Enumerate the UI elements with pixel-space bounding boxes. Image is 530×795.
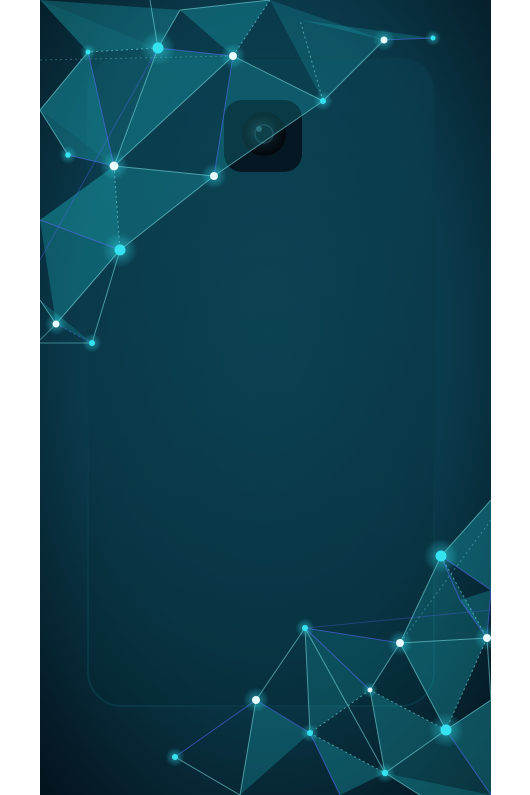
network-node bbox=[307, 730, 313, 736]
network-node bbox=[396, 639, 404, 647]
network-node bbox=[114, 244, 126, 256]
page bbox=[0, 0, 530, 795]
network-node bbox=[252, 696, 260, 704]
network-node bbox=[381, 769, 389, 777]
network-node bbox=[367, 687, 373, 693]
wallpaper-scene bbox=[40, 0, 491, 795]
network-node bbox=[229, 52, 237, 60]
network-node bbox=[430, 35, 436, 41]
network-node bbox=[320, 98, 326, 104]
network-node bbox=[440, 724, 452, 736]
network-node bbox=[435, 550, 447, 562]
network-node bbox=[109, 161, 119, 171]
network-node bbox=[380, 36, 388, 44]
network-node bbox=[302, 625, 308, 631]
network-node bbox=[172, 754, 178, 760]
network-node bbox=[210, 172, 218, 180]
network-wallpaper bbox=[40, 0, 491, 795]
network-node bbox=[85, 49, 91, 55]
network-node bbox=[65, 152, 71, 158]
network-node bbox=[152, 42, 164, 54]
network-node bbox=[89, 340, 95, 346]
network-node bbox=[483, 634, 491, 642]
network-node bbox=[52, 320, 60, 328]
